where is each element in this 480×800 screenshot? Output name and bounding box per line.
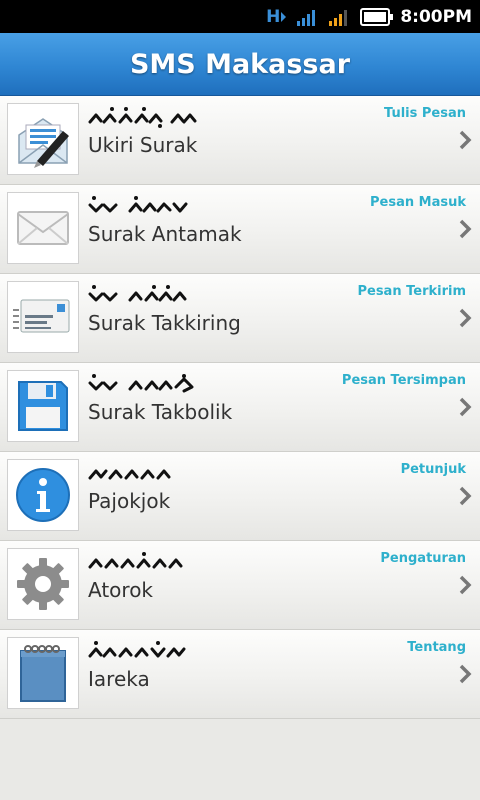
gear-icon xyxy=(17,558,69,610)
menu-list: Ukiri Surak Tulis Pesan Surak Antamak Pe… xyxy=(0,96,480,719)
menu-item-label: Pajokjok xyxy=(88,489,171,513)
chevron-right-icon xyxy=(459,130,472,150)
lontara-text xyxy=(88,107,197,128)
signal-roaming-icon xyxy=(329,9,348,26)
signal-strength-icon xyxy=(297,9,316,26)
menu-item-sublabel: Pesan Tersimpan xyxy=(341,373,466,388)
lontara-text xyxy=(88,285,187,302)
battery-icon xyxy=(360,7,394,26)
info-icon xyxy=(16,468,70,522)
saved-icon-box xyxy=(7,370,79,442)
chevron-right-icon xyxy=(459,575,472,595)
lontara-text xyxy=(88,374,194,393)
lontara-text xyxy=(88,469,171,480)
menu-item-label: Atorok xyxy=(88,578,154,602)
clock: 8:00PM xyxy=(400,6,472,27)
network-type-icon: H xyxy=(266,7,288,27)
inbox-icon-box xyxy=(7,192,79,264)
status-bar: H 8:00PM xyxy=(0,0,480,33)
lontara-text xyxy=(88,641,186,658)
menu-item-settings[interactable]: Atorok Pengaturan xyxy=(0,541,480,630)
menu-item-sublabel: Petunjuk xyxy=(400,462,466,477)
menu-item-compose[interactable]: Ukiri Surak Tulis Pesan xyxy=(0,96,480,185)
menu-item-inbox[interactable]: Surak Antamak Pesan Masuk xyxy=(0,185,480,274)
menu-item-label: Iareka xyxy=(88,667,150,691)
settings-icon-box xyxy=(7,548,79,620)
floppy-disk-icon xyxy=(18,381,68,431)
envelope-icon xyxy=(17,211,69,245)
chevron-right-icon xyxy=(459,486,472,506)
menu-item-label: Surak Takbolik xyxy=(88,400,233,424)
menu-item-sent[interactable]: Surak Takkiring Pesan Terkirim xyxy=(0,274,480,363)
menu-item-sublabel: Pengaturan xyxy=(380,551,466,566)
menu-item-sublabel: Tulis Pesan xyxy=(384,106,466,121)
help-icon-box xyxy=(7,459,79,531)
menu-item-sublabel: Pesan Terkirim xyxy=(357,284,466,299)
menu-item-saved[interactable]: Surak Takbolik Pesan Tersimpan xyxy=(0,363,480,452)
lontara-text xyxy=(88,552,183,569)
menu-item-sublabel: Tentang xyxy=(407,640,466,655)
menu-item-sublabel: Pesan Masuk xyxy=(370,195,466,210)
menu-item-label: Surak Takkiring xyxy=(88,311,241,335)
menu-item-label: Ukiri Surak xyxy=(88,133,198,157)
menu-item-help[interactable]: Pajokjok Petunjuk xyxy=(0,452,480,541)
compose-icon-box xyxy=(7,103,79,175)
sent-icon-box xyxy=(7,281,79,353)
notepad-icon xyxy=(20,645,66,702)
sent-letter-icon xyxy=(13,299,70,333)
chevron-right-icon xyxy=(459,308,472,328)
title-bar: SMS Makassar xyxy=(0,33,480,96)
chevron-right-icon xyxy=(459,664,472,684)
app-title: SMS Makassar xyxy=(129,48,351,80)
about-icon-box xyxy=(7,637,79,709)
compose-envelope-pen-icon xyxy=(18,118,69,168)
chevron-right-icon xyxy=(459,219,472,239)
chevron-right-icon xyxy=(459,397,472,417)
menu-item-label: Surak Antamak xyxy=(88,222,242,246)
lontara-text xyxy=(88,196,188,213)
menu-item-about[interactable]: Iareka Tentang xyxy=(0,630,480,719)
